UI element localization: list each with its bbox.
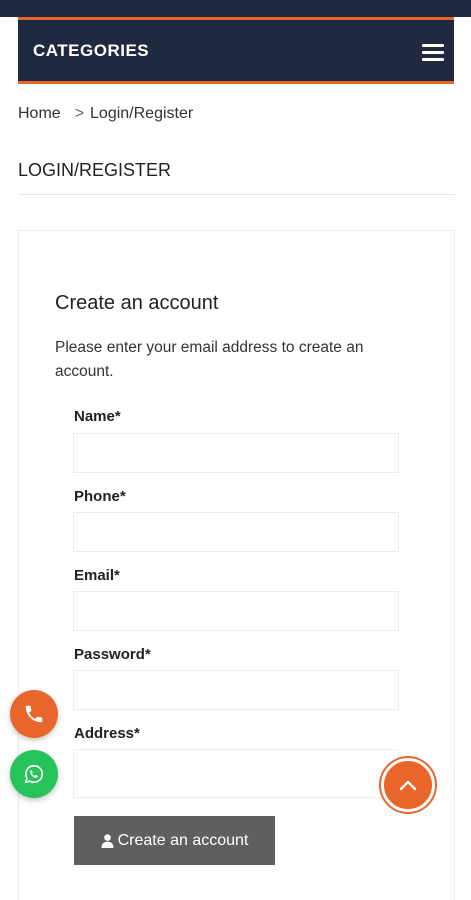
categories-label: CATEGORIES [33, 41, 150, 60]
name-label: Name* [74, 408, 121, 425]
create-account-label: Create an account [117, 831, 249, 849]
name-input[interactable] [73, 433, 399, 473]
user-icon [101, 833, 114, 848]
top-status-strip [0, 0, 471, 17]
menu-icon[interactable] [422, 44, 444, 62]
phone-icon [25, 705, 43, 723]
create-account-button[interactable]: Create an account [74, 816, 275, 865]
whatsapp-icon [24, 764, 44, 784]
password-input[interactable] [73, 670, 399, 710]
form-heading: Create an account [55, 292, 219, 314]
phone-label: Phone* [74, 488, 126, 505]
breadcrumb-separator: > [74, 105, 85, 122]
chevron-up-icon [399, 780, 417, 791]
form-description: Please enter your email address to creat… [55, 339, 364, 380]
address-input[interactable] [73, 749, 399, 798]
phone-input[interactable] [73, 512, 399, 552]
breadcrumb-current: Login/Register [90, 105, 194, 122]
password-label: Password* [74, 646, 151, 663]
whatsapp-button[interactable] [10, 750, 58, 798]
categories-bar[interactable]: CATEGORIES [18, 17, 454, 84]
email-label: Email* [74, 567, 120, 584]
address-label: Address* [74, 725, 140, 742]
email-input[interactable] [73, 591, 399, 631]
scroll-to-top-button[interactable] [381, 758, 435, 812]
breadcrumb: Home > Login/Register [18, 105, 193, 123]
breadcrumb-home-link[interactable]: Home [18, 105, 61, 122]
title-divider [18, 194, 455, 195]
call-button[interactable] [10, 690, 58, 738]
page-title: LOGIN/REGISTER [18, 160, 172, 180]
